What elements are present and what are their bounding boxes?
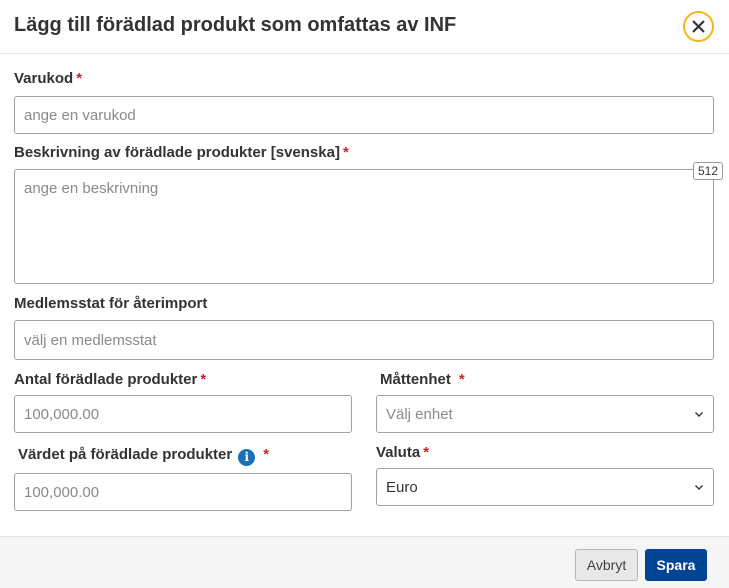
valuta-select[interactable]: Euro (376, 468, 714, 506)
antal-label-text: Antal förädlade produkter (14, 371, 198, 388)
medlemsstat-input[interactable] (14, 320, 714, 360)
chevron-down-icon (695, 485, 703, 490)
medlemsstat-label-text: Medlemsstat för återimport (14, 295, 208, 312)
antal-input[interactable] (14, 395, 352, 433)
vardet-label: Värdet på förädlade produkter i * (18, 446, 269, 466)
dialog-title: Lägg till förädlad produkt som omfattas … (14, 14, 457, 36)
required-marker: * (76, 70, 83, 87)
dialog-header: Lägg till förädlad produkt som omfattas … (0, 0, 729, 54)
chevron-down-icon (695, 412, 703, 417)
char-counter-badge: 512 (693, 162, 724, 180)
valuta-label: Valuta * (376, 444, 429, 461)
mattenhet-select-value: Välj enhet (386, 405, 453, 423)
vardet-input[interactable] (14, 473, 352, 511)
medlemsstat-label: Medlemsstat för återimport (14, 295, 207, 312)
required-marker: * (263, 446, 270, 463)
varukod-label-text: Varukod (14, 70, 74, 87)
beskrivning-label: Beskrivning av förädlade produkter [sven… (14, 144, 349, 161)
beskrivning-label-text: Beskrivning av förädlade produkter [sven… (14, 144, 340, 161)
required-marker: * (458, 371, 465, 388)
vardet-label-text: Värdet på förädlade produkter (18, 446, 233, 463)
valuta-select-value: Euro (386, 478, 418, 496)
info-icon[interactable]: i (238, 449, 256, 466)
dialog-footer: Avbryt Spara (0, 536, 729, 588)
mattenhet-label: Måttenhet * (380, 371, 465, 388)
varukod-input[interactable] (14, 96, 714, 134)
close-button[interactable] (683, 11, 714, 42)
antal-label: Antal förädlade produkter * (14, 371, 206, 388)
mattenhet-label-text: Måttenhet (380, 371, 451, 388)
required-marker: * (200, 371, 207, 388)
varukod-label: Varukod * (14, 70, 82, 87)
required-marker: * (423, 444, 430, 461)
valuta-label-text: Valuta (376, 444, 421, 461)
save-button[interactable]: Spara (645, 549, 707, 581)
close-icon (692, 20, 705, 33)
beskrivning-textarea[interactable] (14, 169, 714, 284)
add-processed-product-dialog: Lägg till förädlad produkt som omfattas … (0, 0, 729, 588)
mattenhet-select[interactable]: Välj enhet (376, 395, 714, 433)
cancel-button[interactable]: Avbryt (575, 549, 638, 581)
required-marker: * (342, 144, 349, 161)
